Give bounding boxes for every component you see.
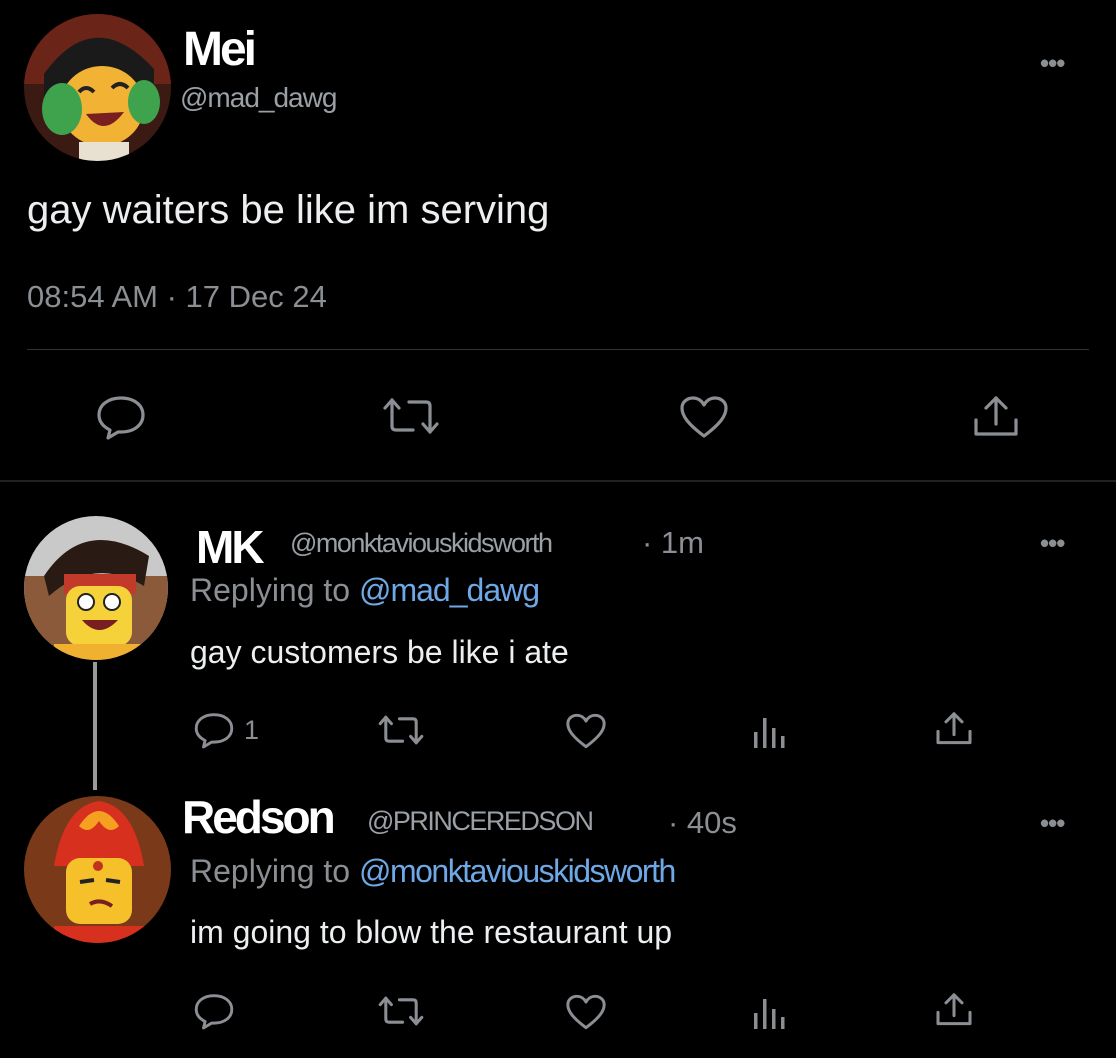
replying-to-line: Replying to @mad_dawg (190, 572, 540, 609)
reply-icon[interactable] (193, 711, 235, 749)
divider (27, 349, 1089, 350)
reply-author-name[interactable]: Redson (182, 790, 336, 844)
replying-to-line: Replying to @monktaviouskidsworth (190, 853, 676, 890)
heart-icon[interactable] (564, 993, 608, 1031)
retweet-icon[interactable] (377, 995, 425, 1027)
avatar-mei[interactable] (24, 14, 171, 161)
reply-icon[interactable] (193, 992, 235, 1030)
reply-icon[interactable] (95, 394, 147, 440)
reply-text: gay customers be like i ate (190, 634, 569, 670)
share-icon[interactable] (934, 991, 974, 1029)
reply-age: · 40s (668, 805, 737, 840)
replying-to-link[interactable]: @mad_dawg (359, 572, 540, 608)
author-name[interactable]: Mei (183, 22, 257, 77)
replying-to-link[interactable]: @monktaviouskidsworth (359, 853, 676, 889)
retweet-icon[interactable] (381, 396, 441, 436)
avatar-mk[interactable] (24, 516, 168, 660)
reply-text: im going to blow the restaurant up (190, 914, 673, 950)
views-icon[interactable] (751, 714, 787, 750)
avatar-redson[interactable] (24, 796, 171, 943)
author-handle[interactable]: @mad_dawg (180, 82, 337, 114)
reply-age: · 1m (642, 525, 704, 560)
share-icon[interactable] (934, 710, 974, 748)
more-options-icon[interactable]: ••• (1040, 530, 1065, 556)
replying-to-prefix: Replying to (190, 853, 351, 889)
views-icon[interactable] (751, 995, 787, 1031)
replying-to-prefix: Replying to (190, 572, 351, 608)
reply-author-handle[interactable]: @PRINCEREDSON (367, 806, 594, 837)
heart-icon[interactable] (678, 394, 730, 440)
more-options-icon[interactable]: ••• (1040, 810, 1065, 836)
reply-author-handle[interactable]: @monktaviouskidsworth (290, 528, 553, 559)
tweet-text: gay waiters be like im serving (27, 188, 550, 232)
section-divider (0, 480, 1116, 482)
thread-line (93, 662, 97, 790)
heart-icon[interactable] (564, 712, 608, 750)
tweet-timestamp: 08:54 AM · 17 Dec 24 (27, 279, 327, 314)
retweet-icon[interactable] (377, 714, 425, 746)
more-options-icon[interactable]: ••• (1040, 50, 1065, 76)
reply-author-name[interactable]: MK (196, 520, 265, 574)
reply-count: 1 (244, 715, 260, 745)
share-icon[interactable] (971, 394, 1021, 440)
